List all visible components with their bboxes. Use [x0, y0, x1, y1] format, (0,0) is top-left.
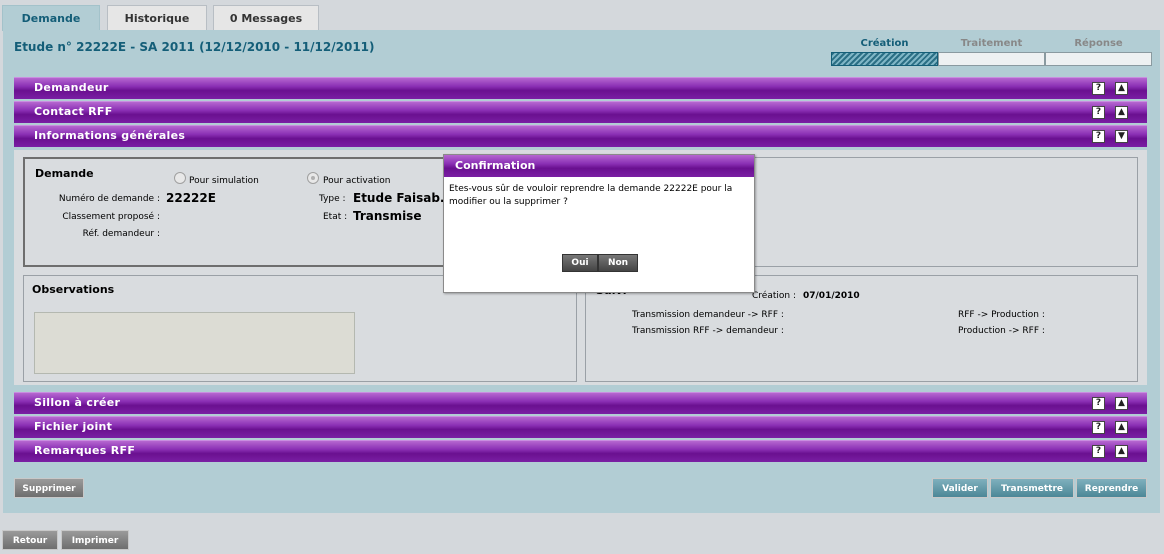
step-label-creation: Création	[860, 38, 909, 49]
confirmation-dialog: Confirmation Etes-vous sûr de vouloir re…	[443, 154, 755, 293]
oui-button[interactable]: Oui	[562, 254, 598, 272]
help-icon[interactable]: ?	[1092, 421, 1105, 434]
numero-label: Numéro de demande :	[58, 194, 160, 204]
radio-activation[interactable]	[307, 172, 319, 184]
step-bar-creation	[831, 52, 938, 66]
section-remarques-rff[interactable]: Remarques RFF ? ▲	[14, 440, 1147, 462]
demande-box: Demande Pour simulation Pour activation …	[23, 157, 460, 267]
help-icon[interactable]: ?	[1092, 397, 1105, 410]
section-title-demandeur: Demandeur	[34, 81, 109, 94]
observations-title: Observations	[32, 283, 115, 296]
section-title-fichier-joint: Fichier joint	[34, 420, 113, 433]
imprimer-button[interactable]: Imprimer	[61, 530, 129, 550]
help-icon[interactable]: ?	[1092, 130, 1105, 143]
classement-label: Classement proposé :	[62, 212, 160, 222]
expand-icon[interactable]: ▲	[1115, 82, 1128, 95]
creation-value: 07/01/2010	[803, 291, 860, 301]
dialog-header: Confirmation	[444, 155, 754, 177]
expand-icon[interactable]: ▲	[1115, 445, 1128, 458]
creation-label: Création :	[752, 291, 796, 301]
type-value: Etude Faisab.	[353, 191, 445, 205]
section-contact-rff[interactable]: Contact RFF ? ▲	[14, 101, 1147, 123]
collapse-icon[interactable]: ▼	[1115, 130, 1128, 143]
radio-simulation-label: Pour simulation	[189, 176, 259, 186]
ref-label: Réf. demandeur :	[82, 229, 160, 239]
section-title-remarques-rff: Remarques RFF	[34, 444, 136, 457]
section-title-sillon: Sillon à créer	[34, 396, 121, 409]
observations-textarea[interactable]	[34, 312, 355, 374]
reprendre-button[interactable]: Reprendre	[1076, 478, 1147, 498]
dialog-message: Etes-vous sûr de vouloir reprendre la de…	[449, 184, 733, 207]
etat-label: Etat :	[323, 212, 348, 222]
numero-value: 22222E	[166, 191, 216, 205]
dialog-title: Confirmation	[455, 159, 536, 172]
section-title-contact-rff: Contact RFF	[34, 105, 113, 118]
retour-button[interactable]: Retour	[2, 530, 58, 550]
section-demandeur[interactable]: Demandeur ? ▲	[14, 77, 1147, 99]
section-title-informations-generales: Informations générales	[34, 129, 186, 142]
non-button[interactable]: Non	[598, 254, 638, 272]
etat-value: Transmise	[353, 209, 422, 223]
expand-icon[interactable]: ▲	[1115, 421, 1128, 434]
transmettre-button[interactable]: Transmettre	[990, 478, 1074, 498]
expand-icon[interactable]: ▲	[1115, 397, 1128, 410]
trans-dem-rff-label: Transmission demandeur -> RFF :	[632, 310, 784, 320]
demande-title: Demande	[35, 167, 94, 180]
tab-messages[interactable]: 0 Messages	[213, 5, 319, 31]
supprimer-button[interactable]: Supprimer	[14, 478, 84, 498]
step-label-traitement: Traitement	[960, 38, 1023, 49]
type-label: Type :	[319, 194, 346, 204]
section-informations-generales[interactable]: Informations générales ? ▼	[14, 125, 1147, 147]
page-title: Etude n° 22222E - SA 2011 (12/12/2010 - …	[14, 40, 375, 54]
rff-production-label: RFF -> Production :	[958, 310, 1045, 320]
tab-demande[interactable]: Demande	[2, 5, 100, 31]
help-icon[interactable]: ?	[1092, 445, 1105, 458]
tab-historique[interactable]: Historique	[107, 5, 207, 31]
help-icon[interactable]: ?	[1092, 82, 1105, 95]
step-bar-reponse	[1045, 52, 1152, 66]
radio-activation-label: Pour activation	[323, 176, 391, 186]
radio-simulation[interactable]	[174, 172, 186, 184]
step-bar-traitement	[938, 52, 1045, 66]
expand-icon[interactable]: ▲	[1115, 106, 1128, 119]
step-label-reponse: Réponse	[1074, 38, 1123, 49]
trans-rff-dem-label: Transmission RFF -> demandeur :	[632, 326, 784, 336]
production-rff-label: Production -> RFF :	[958, 326, 1045, 336]
help-icon[interactable]: ?	[1092, 106, 1105, 119]
valider-button[interactable]: Valider	[932, 478, 988, 498]
section-fichier-joint[interactable]: Fichier joint ? ▲	[14, 416, 1147, 438]
section-sillon[interactable]: Sillon à créer ? ▲	[14, 392, 1147, 414]
